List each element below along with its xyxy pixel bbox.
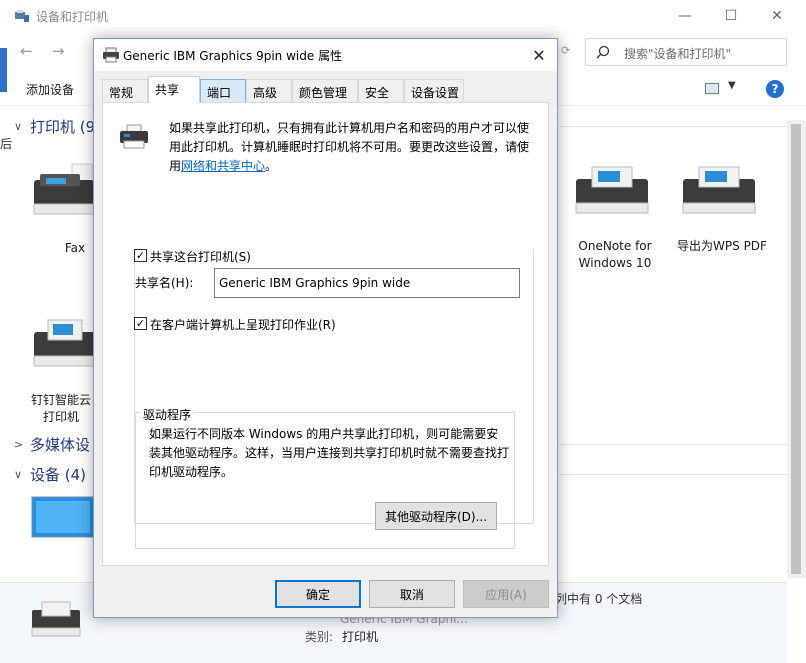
printer-icon[interactable] bbox=[570, 165, 654, 217]
explorer-titlebar: 设备和打印机 — ☐ ✕ bbox=[0, 0, 806, 32]
scrollbar-thumb[interactable] bbox=[791, 124, 801, 574]
chevron-down-icon[interactable]: ∨ bbox=[14, 120, 22, 133]
tab-advanced[interactable]: 高级 bbox=[246, 79, 292, 102]
tab-ports[interactable]: 端口 bbox=[200, 79, 246, 102]
close-icon[interactable]: ✕ bbox=[527, 43, 551, 67]
tab-general[interactable]: 常规 bbox=[102, 79, 148, 102]
render-jobs-label[interactable]: 在客户端计算机上呈现打印作业(R) bbox=[150, 316, 336, 333]
device-label-onenote[interactable]: OneNote for Windows 10 bbox=[562, 238, 668, 272]
close-button[interactable]: ✕ bbox=[754, 0, 800, 32]
details-category-label: 类别: bbox=[305, 630, 334, 644]
tab-sharing[interactable]: 共享 bbox=[148, 76, 200, 103]
add-device-button[interactable]: 添加设备 bbox=[26, 81, 74, 98]
chevron-down-icon[interactable]: ∨ bbox=[14, 468, 22, 481]
details-queue-text: 列中有 0 个文档 bbox=[555, 592, 643, 606]
share-name-input[interactable] bbox=[214, 268, 520, 298]
network-sharing-center-link[interactable]: 网络和共享中心 bbox=[181, 159, 265, 173]
driver-info-text: 如果运行不同版本 Windows 的用户共享此打印机，则可能需要安装其他驱动程序… bbox=[149, 427, 510, 479]
group-header-printers[interactable]: 打印机 (9 bbox=[30, 116, 95, 137]
additional-drivers-button[interactable]: 其他驱动程序(D)... bbox=[375, 502, 497, 530]
refresh-icon[interactable]: ⟳ bbox=[561, 44, 570, 57]
details-category-value: 打印机 bbox=[342, 630, 379, 644]
search-icon bbox=[596, 45, 610, 59]
dialog-title: Generic IBM Graphics 9pin wide 属性 bbox=[123, 49, 343, 63]
forward-arrow-icon[interactable]: → bbox=[52, 42, 65, 60]
share-printer-checkbox[interactable]: ✓ bbox=[134, 249, 147, 262]
maximize-button[interactable]: ☐ bbox=[708, 0, 754, 32]
chevron-right-icon[interactable]: > bbox=[14, 438, 23, 451]
back-arrow-icon[interactable]: ← bbox=[20, 42, 33, 60]
cancel-button[interactable]: 取消 bbox=[369, 580, 455, 608]
explorer-title: 设备和打印机 bbox=[36, 10, 109, 24]
nav-pane-fragment: 后 bbox=[0, 137, 13, 151]
device-label-wps[interactable]: 导出为WPS PDF bbox=[672, 238, 772, 255]
search-input[interactable]: 搜索"设备和打印机" bbox=[624, 45, 731, 62]
printer-icon[interactable] bbox=[677, 165, 761, 217]
help-icon[interactable]: ? bbox=[766, 80, 784, 98]
dialog-titlebar: Generic IBM Graphics 9pin wide 属性 ✕ bbox=[94, 39, 557, 71]
fax-icon[interactable] bbox=[30, 160, 100, 220]
group-divider bbox=[559, 474, 787, 475]
group-divider bbox=[559, 444, 787, 445]
ok-button[interactable]: 确定 bbox=[275, 580, 361, 608]
printer-icon bbox=[103, 47, 119, 63]
devices-printers-icon bbox=[15, 10, 29, 22]
tab-color-management[interactable]: 颜色管理 bbox=[292, 79, 358, 102]
tab-device-settings[interactable]: 设备设置 bbox=[404, 79, 464, 102]
tab-security[interactable]: 安全 bbox=[358, 79, 404, 102]
device-label-dingtalk[interactable]: 钉钉智能云打印机 bbox=[30, 392, 92, 426]
group-header-multimedia[interactable]: 多媒体设 bbox=[30, 434, 90, 455]
render-jobs-checkbox[interactable]: ✓ bbox=[134, 317, 147, 330]
tab-strip: 常规 共享 端口 高级 颜色管理 安全 设备设置 bbox=[102, 76, 552, 103]
group-divider bbox=[559, 126, 787, 127]
shared-printer-icon bbox=[120, 124, 148, 149]
apply-button: 应用(A) bbox=[463, 580, 549, 608]
search-box[interactable]: 搜索"设备和打印机" bbox=[585, 38, 787, 66]
view-options-icon[interactable] bbox=[705, 83, 719, 94]
minimize-button[interactable]: — bbox=[662, 0, 708, 32]
sharing-info-text: 如果共享此打印机，只有拥有此计算机用户名和密码的用户才可以使用此打印机。计算机睡… bbox=[169, 121, 530, 173]
driver-group-label: 驱动程序 bbox=[141, 406, 194, 423]
chevron-down-icon[interactable]: ▼ bbox=[728, 80, 736, 91]
printer-icon[interactable] bbox=[30, 318, 100, 370]
share-printer-label[interactable]: 共享这台打印机(S) bbox=[150, 248, 254, 265]
monitor-icon[interactable] bbox=[30, 495, 96, 545]
printer-properties-dialog: Generic IBM Graphics 9pin wide 属性 ✕ 常规 共… bbox=[93, 38, 558, 618]
group-header-devices[interactable]: 设备 (4) bbox=[30, 464, 86, 485]
printer-icon bbox=[31, 601, 81, 637]
share-name-label: 共享名(H): bbox=[135, 276, 194, 290]
